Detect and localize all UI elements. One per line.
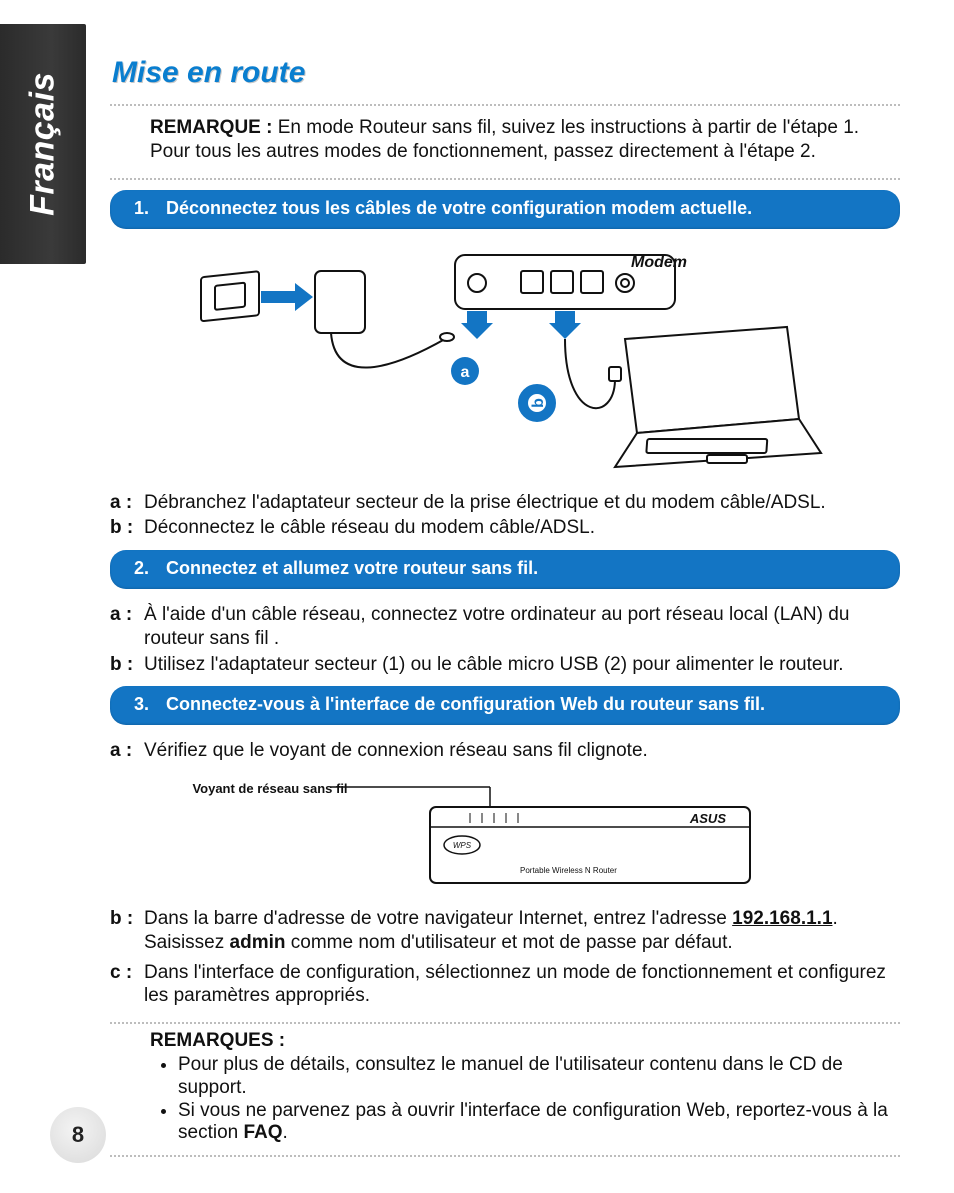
step-1-header: 1. Déconnectez tous les câbles de votre …: [110, 190, 900, 229]
router-brand: ASUS: [689, 811, 726, 826]
router-figure: Voyant de réseau sans fil ASUS WPS: [170, 773, 900, 893]
label-a: a :: [110, 739, 144, 763]
admin-word: admin: [230, 932, 286, 953]
text-a: À l'aide d'un câble réseau, connectez vo…: [144, 603, 900, 651]
page-content: Mise en route REMARQUE : En mode Routeur…: [110, 56, 900, 1163]
step-1-number: 1.: [134, 198, 149, 218]
divider: [110, 1022, 900, 1024]
language-tab-label: Français: [24, 72, 63, 216]
step2-item-b: b : Utilisez l'adaptateur secteur (1) ou…: [110, 653, 900, 677]
step3-item-c: c : Dans l'interface de configuration, s…: [110, 961, 900, 1009]
diagram-disconnect-modem: Modem a b: [185, 243, 825, 473]
router-wps: WPS: [453, 841, 472, 850]
page-number-badge: 8: [50, 1107, 106, 1163]
label-a: a :: [110, 491, 144, 515]
faq-label: FAQ: [243, 1122, 282, 1143]
step-2-title: Connectez et allumez votre routeur sans …: [166, 558, 538, 578]
diagram-marker-a: a: [461, 364, 470, 381]
label-c: c :: [110, 961, 144, 1009]
remarks-heading: REMARQUES :: [150, 1030, 900, 1052]
divider: [110, 1155, 900, 1157]
diagram-marker-b: b: [530, 397, 547, 407]
page-title: Mise en route: [112, 56, 900, 90]
ip-address: 192.168.1.1: [732, 908, 832, 929]
remarks-block: REMARQUES : Pour plus de détails, consul…: [110, 1030, 900, 1145]
router-caption-line1: Voyant de réseau sans fil: [192, 781, 347, 796]
step-1-title: Déconnectez tous les câbles de votre con…: [166, 198, 752, 218]
step2-item-a: a : À l'aide d'un câble réseau, connecte…: [110, 603, 900, 651]
label-b: b :: [110, 516, 144, 540]
step3-item-a: a : Vérifiez que le voyant de connexion …: [110, 739, 900, 763]
label-a: a :: [110, 603, 144, 651]
remarks-item-2-text: Si vous ne parvenez pas à ouvrir l'inter…: [178, 1100, 888, 1144]
text-c: Dans l'interface de configuration, sélec…: [144, 961, 900, 1009]
remarks-item-2: Si vous ne parvenez pas à ouvrir l'inter…: [178, 1100, 900, 1146]
step3-item-b: b : Dans la barre d'adresse de votre nav…: [110, 907, 900, 955]
remarks-list: Pour plus de détails, consultez le manue…: [150, 1054, 900, 1145]
text-a: Débranchez l'adaptateur secteur de la pr…: [144, 491, 900, 515]
text-b: Déconnectez le câble réseau du modem câb…: [144, 516, 900, 540]
step-3-header: 3. Connectez-vous à l'interface de confi…: [110, 686, 900, 725]
text-b: Utilisez l'adaptateur secteur (1) ou le …: [144, 653, 900, 677]
step-3-title: Connectez-vous à l'interface de configur…: [166, 694, 765, 714]
page-number: 8: [72, 1122, 84, 1148]
language-tab: Français: [0, 24, 86, 264]
step-3-number: 3.: [134, 694, 149, 714]
step3-b-pre: Dans la barre d'adresse de votre navigat…: [144, 908, 732, 929]
top-note: REMARQUE : En mode Routeur sans fil, sui…: [110, 112, 900, 172]
divider: [110, 104, 900, 106]
router-subtitle: Portable Wireless N Router: [520, 866, 617, 875]
manual-page: Français Mise en route REMARQUE : En mod…: [0, 0, 954, 1193]
step1-item-b: b : Déconnectez le câble réseau du modem…: [110, 516, 900, 540]
step3-b-post: comme nom d'utilisateur et mot de passe …: [285, 932, 732, 953]
top-note-label: REMARQUE :: [150, 117, 272, 138]
label-b: b :: [110, 907, 144, 955]
diagram-svg: Modem a b: [185, 243, 825, 473]
step1-item-a: a : Débranchez l'adaptateur secteur de l…: [110, 491, 900, 515]
text-b: Dans la barre d'adresse de votre navigat…: [144, 907, 900, 955]
step-2-number: 2.: [134, 558, 149, 578]
modem-label: Modem: [631, 254, 687, 271]
router-svg: Voyant de réseau sans fil ASUS WPS: [170, 773, 810, 893]
label-b: b :: [110, 653, 144, 677]
step-2-header: 2. Connectez et allumez votre routeur sa…: [110, 550, 900, 589]
divider: [110, 178, 900, 180]
text-a: Vérifiez que le voyant de connexion rése…: [144, 739, 900, 763]
remarks-item-1: Pour plus de détails, consultez le manue…: [178, 1054, 900, 1100]
